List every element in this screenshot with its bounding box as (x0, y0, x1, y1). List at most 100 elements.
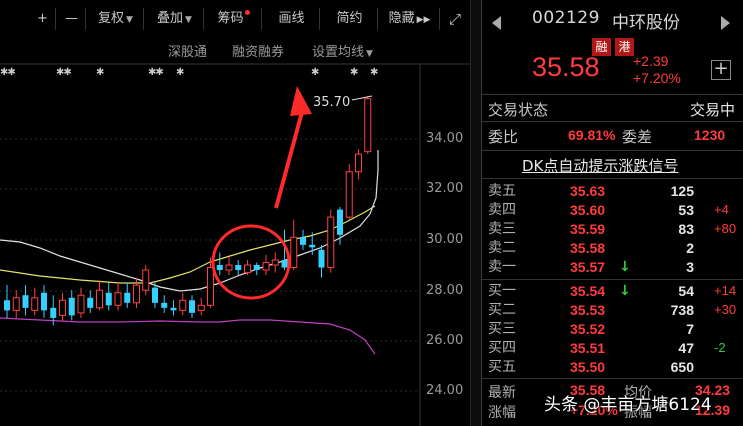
bid-price[interactable]: 35.52 (570, 320, 605, 338)
ask-volume: 125 (670, 183, 694, 199)
candle-body[interactable] (59, 299, 66, 316)
candle-body[interactable] (235, 265, 242, 271)
candle-body[interactable] (68, 297, 75, 316)
event-marker[interactable]: ✱✱ (148, 67, 164, 78)
candle-body[interactable] (133, 284, 140, 304)
bid-price[interactable]: 35.53 (570, 301, 605, 319)
ask-price[interactable]: 35.63 (570, 182, 605, 200)
bid-volume: 47 (678, 340, 694, 356)
candle-body[interactable] (318, 249, 325, 268)
event-marker[interactable]: ✱ (370, 67, 378, 78)
candle-body[interactable] (87, 297, 94, 308)
candle-body[interactable] (327, 216, 335, 269)
divider (482, 378, 743, 379)
bid-price[interactable]: 35.50 (570, 358, 605, 376)
kline-chart[interactable] (0, 0, 470, 426)
candle-body[interactable] (355, 153, 362, 173)
event-marker[interactable]: ✱ (176, 67, 184, 78)
prev-stock-arrow-icon[interactable] (492, 16, 501, 30)
change-percent: +7.20% (633, 70, 681, 86)
event-marker[interactable]: ✱✱ (56, 67, 72, 78)
plus-icon: + (713, 58, 729, 79)
candle-body[interactable] (253, 265, 260, 271)
candle-body[interactable] (337, 209, 343, 235)
ask-label: 卖五 (488, 183, 516, 199)
arrow-down-icon: ↓ (619, 259, 631, 275)
kline-chart-panel[interactable]: + — 复权 ▼ 叠加 ▼ 筹码 画线 简约 隐藏 ▶▶ ⤢ 深股通 融资融券 设置均… (0, 0, 470, 426)
ask-row: 卖一 35.57 ↓ 3 (482, 258, 743, 276)
webi-label: 委比 (488, 128, 519, 146)
candle-body[interactable] (22, 295, 29, 308)
candle-body[interactable] (225, 264, 233, 271)
ask-row: 卖四 35.60 53 +4 (482, 201, 743, 219)
candle-body[interactable] (345, 171, 353, 218)
candle-body[interactable] (77, 294, 85, 314)
candle-body[interactable] (281, 259, 288, 268)
candle-body[interactable] (50, 307, 57, 318)
bid-volume: 7 (686, 321, 694, 337)
candle-body[interactable] (31, 297, 39, 311)
bid-label: 买二 (488, 302, 516, 318)
divider (482, 279, 743, 280)
ask-label: 卖三 (488, 221, 516, 237)
bid-price[interactable]: 35.51 (570, 339, 605, 357)
ask-volume: 2 (686, 240, 694, 256)
bid-label: 买五 (488, 359, 516, 375)
event-marker[interactable]: ✱ (350, 67, 358, 78)
ask-row: 卖二 35.58 2 (482, 239, 743, 257)
annotation-arrow-head-icon (290, 86, 312, 116)
annotation-arrow-shaft (274, 111, 304, 209)
candle-body[interactable] (96, 289, 103, 309)
stock-name: 中环股份 (612, 13, 680, 33)
bid-label: 买一 (488, 283, 516, 299)
candle-body[interactable] (170, 307, 177, 311)
candle-body[interactable] (12, 297, 20, 311)
ask-change: +80 (714, 221, 737, 236)
ask-volume: 83 (678, 221, 694, 237)
candle-body[interactable] (197, 304, 205, 311)
candle-body[interactable] (152, 287, 158, 303)
high-price-label: 35.70 (313, 95, 351, 110)
candle-body[interactable] (124, 292, 131, 303)
bid-volume: 54 (678, 283, 694, 299)
bid-row: 买二 35.53 738 +30 (482, 301, 743, 319)
panel-splitter[interactable] (470, 0, 481, 426)
candle-body[interactable] (4, 300, 10, 311)
ask-price[interactable]: 35.59 (570, 220, 605, 238)
candle-body[interactable] (309, 244, 316, 248)
candle-body[interactable] (161, 302, 168, 308)
candle-body[interactable] (105, 292, 112, 306)
ask-price[interactable]: 35.58 (570, 239, 605, 257)
candle-body[interactable] (271, 259, 279, 266)
bid-price[interactable]: 35.54 (570, 282, 605, 300)
candle-body[interactable] (244, 264, 251, 274)
candle-body[interactable] (207, 267, 214, 306)
weicha-value: 1230 (694, 127, 726, 143)
hk-connect-badge[interactable]: 港 (615, 38, 634, 56)
event-marker[interactable]: ✱ (96, 67, 104, 78)
candle-body[interactable] (142, 269, 150, 291)
candle-body[interactable] (216, 265, 223, 271)
candle-body[interactable] (290, 236, 298, 269)
ask-row: 卖三 35.59 83 +80 (482, 220, 743, 238)
event-marker[interactable]: ✱✱ (0, 67, 16, 78)
add-watchlist-button[interactable]: + (711, 60, 731, 80)
webi-value: 69.81% (568, 127, 616, 143)
divider (482, 94, 743, 95)
next-stock-arrow-icon[interactable] (721, 16, 730, 30)
bid-volume: 650 (670, 359, 694, 375)
candle-body[interactable] (364, 98, 372, 153)
ask-price[interactable]: 35.57 (570, 258, 605, 276)
ask-price[interactable]: 35.60 (570, 201, 605, 219)
candle-body[interactable] (262, 261, 270, 271)
bid-label: 买四 (488, 340, 516, 356)
trade-status-value: 交易中 (690, 101, 736, 119)
candle-body[interactable] (114, 292, 122, 306)
candle-body[interactable] (179, 299, 187, 311)
dk-signal-link[interactable]: DK点自动提示涨跌信号 (522, 155, 678, 176)
y-tick-label: 26.00 (426, 333, 464, 348)
event-marker[interactable]: ✱ (311, 67, 319, 78)
candle-body[interactable] (189, 300, 195, 313)
candle-body[interactable] (41, 292, 47, 311)
candle-body[interactable] (300, 237, 306, 245)
